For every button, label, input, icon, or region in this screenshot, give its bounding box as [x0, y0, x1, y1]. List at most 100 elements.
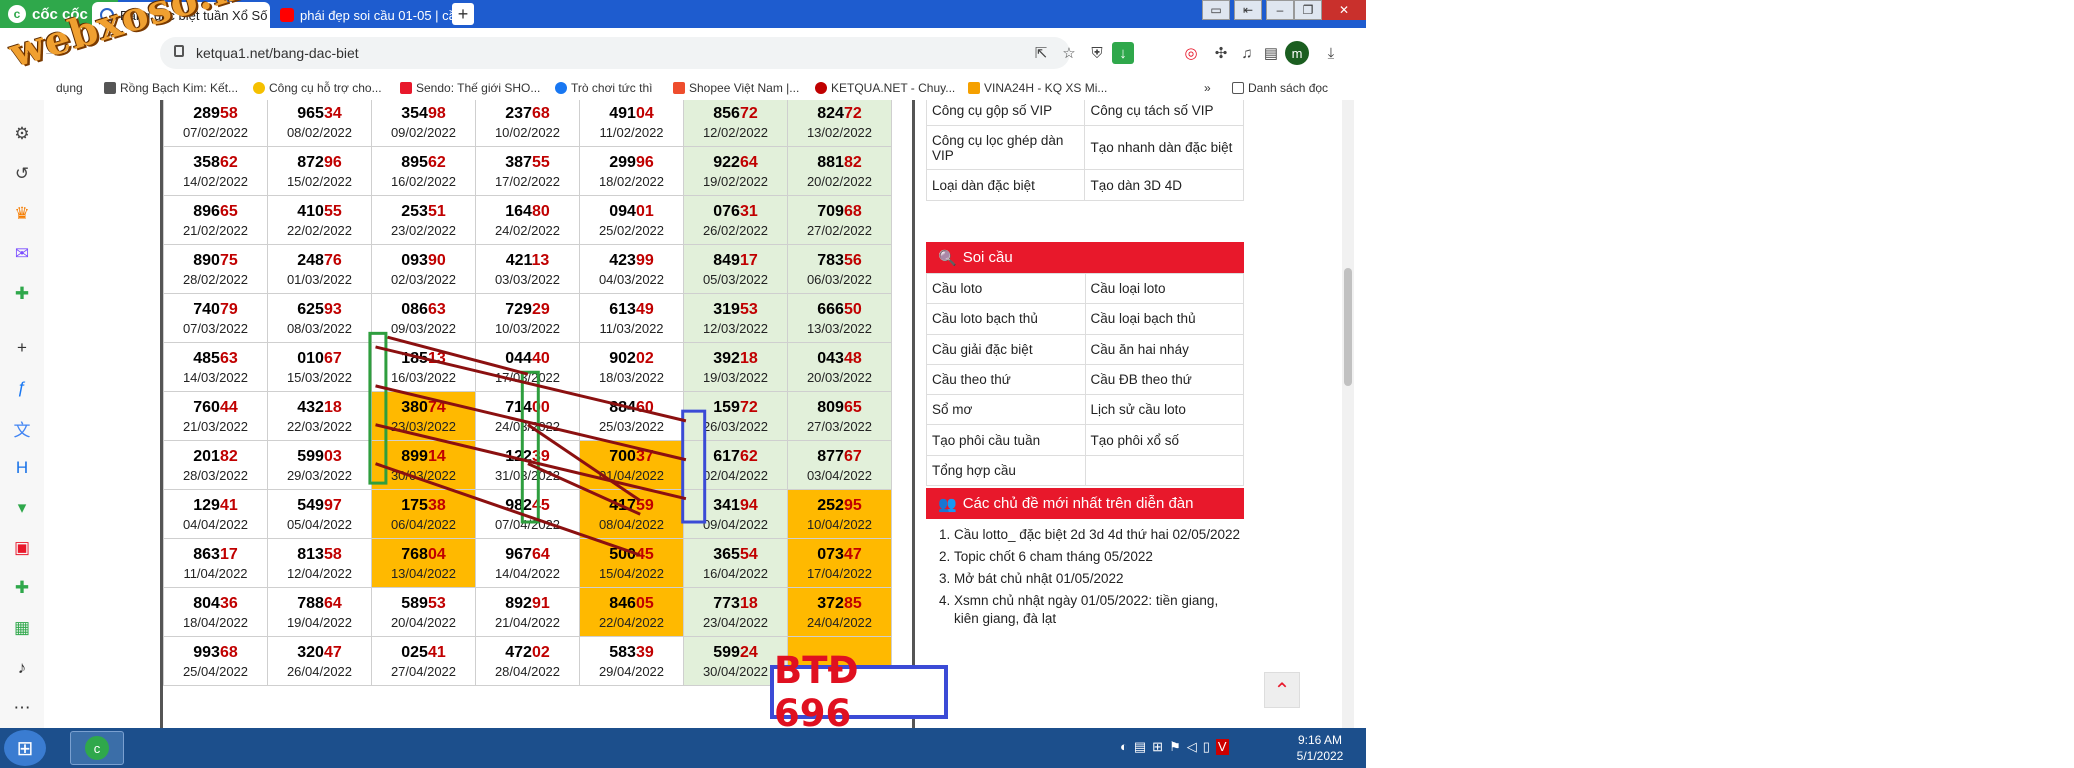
- settings-gear-icon[interactable]: ⚙: [10, 122, 34, 146]
- result-number-tail: 38: [427, 496, 446, 514]
- forum-topic-link[interactable]: Mở bát chủ nhật 01/05/2022: [954, 570, 1244, 588]
- add-panel-icon[interactable]: +: [10, 336, 34, 360]
- result-number-head: 599: [713, 643, 740, 661]
- translate-icon[interactable]: 文: [10, 416, 34, 440]
- network-globe-icon[interactable]: ◐: [1120, 739, 1128, 755]
- power-icon[interactable]: ▯: [1203, 739, 1210, 755]
- shield-icon[interactable]: ⛨: [1086, 42, 1108, 64]
- app-green-icon[interactable]: ✚: [10, 576, 34, 600]
- sidebar-link[interactable]: Cầu ăn hai nháy: [1084, 333, 1244, 365]
- app-red-icon[interactable]: ▣: [10, 536, 34, 560]
- bookmark-item[interactable]: KETQUA.NET - Chuy...: [815, 81, 955, 95]
- result-number: 47202: [476, 643, 579, 663]
- forum-topic-link[interactable]: Xsmn chủ nhật ngày 01/05/2022: tiền gian…: [954, 592, 1244, 628]
- extension-circle-icon[interactable]: ◎: [1180, 42, 1202, 64]
- result-number-tail: 65: [843, 398, 862, 416]
- result-number: 96534: [268, 104, 371, 124]
- more-bookmarks-icon[interactable]: »: [1204, 81, 1211, 95]
- special-prize-table: 28958 07/02/2022 96534 08/02/2022 35498 09/02…: [160, 100, 915, 728]
- result-number-head: 387: [505, 153, 532, 171]
- result-cell: 58953 20/04/2022: [371, 587, 476, 637]
- flag-icon[interactable]: ⚑: [1169, 739, 1181, 755]
- sidebar-link[interactable]: Tạo phôi cầu tuần: [926, 424, 1086, 456]
- tray-app-icon[interactable]: ▤: [1134, 739, 1146, 755]
- url-text: ketqua1.net/bang-dac-biet: [196, 45, 359, 61]
- result-number-tail: 58: [323, 545, 342, 563]
- bookmark-item[interactable]: Công cụ hỗ trợ cho...: [253, 81, 382, 95]
- sidebar-toggle-icon[interactable]: ⇤: [1234, 0, 1262, 20]
- messenger-icon[interactable]: ✉: [10, 242, 34, 266]
- tab-soi-cau[interactable]: phái đẹp soi cầu 01-05 | cầu ✕: [272, 2, 462, 28]
- bookmark-item[interactable]: VINA24H - KQ XS Mi...: [968, 81, 1107, 95]
- reading-list-button[interactable]: Danh sách đọc: [1232, 81, 1328, 95]
- sidebar-link[interactable]: Tổng hợp cầu: [926, 454, 1086, 487]
- history-icon[interactable]: ↺: [10, 162, 34, 186]
- network-icon[interactable]: ⊞: [1152, 739, 1163, 755]
- vertical-scrollbar[interactable]: [1342, 100, 1354, 728]
- media-controls-icon[interactable]: ♫: [1236, 42, 1258, 64]
- sidebar-link[interactable]: Công cụ lọc ghép dàn VIP: [925, 125, 1086, 170]
- sidebar-link[interactable]: Tạo phôi xổ số: [1084, 424, 1244, 456]
- maximize-button[interactable]: ❐: [1294, 0, 1322, 20]
- download-arrow-icon[interactable]: ▾: [10, 496, 34, 520]
- more-options-icon[interactable]: ⋯: [10, 696, 34, 720]
- sidebar-link[interactable]: Công cụ tách số VIP: [1084, 100, 1244, 126]
- download-green-icon[interactable]: ↓: [1112, 42, 1134, 64]
- bookmark-star-icon[interactable]: ☆: [1058, 42, 1080, 64]
- sidebar-link[interactable]: Cầu giải đặc biệt: [926, 333, 1086, 365]
- result-number-tail: 82: [843, 153, 862, 171]
- taskbar-clock[interactable]: 9:16 AM 5/1/2022: [1290, 732, 1350, 764]
- screenshot-icon[interactable]: ▭: [1202, 0, 1230, 20]
- result-number-tail: 99: [635, 251, 654, 269]
- crown-icon[interactable]: ♛: [10, 202, 34, 226]
- result-number: 32047: [268, 643, 371, 663]
- sidebar-link[interactable]: Loại dàn đặc biệt: [925, 169, 1086, 201]
- bookmarks-bar: dụng Rồng Bạch Kim: Kết... Công cụ hỗ tr…: [0, 78, 1366, 100]
- back-to-top-button[interactable]: ⌃: [1264, 672, 1300, 708]
- sidebar-link[interactable]: Cầu ĐB theo thứ: [1084, 363, 1244, 396]
- sidebar-link[interactable]: Lịch sử cầu loto: [1084, 394, 1244, 426]
- profile-avatar[interactable]: m: [1285, 41, 1309, 65]
- forum-topic-link[interactable]: Topic chốt 6 cham tháng 05/2022: [954, 548, 1244, 566]
- sidebar-link[interactable]: Cầu loto bạch thủ: [926, 303, 1086, 335]
- result-date: 29/03/2022: [286, 467, 353, 483]
- spreadsheet-icon[interactable]: ▦: [10, 616, 34, 640]
- bookmark-item[interactable]: Shopee Việt Nam |...: [673, 81, 799, 95]
- minimize-button[interactable]: –: [1266, 0, 1294, 20]
- start-button[interactable]: ⊞: [4, 730, 46, 766]
- sidebar-link[interactable]: Tạo dàn 3D 4D: [1084, 169, 1244, 201]
- taskbar-coccoc-app[interactable]: c: [70, 731, 124, 765]
- notification-bell-icon[interactable]: ♪: [10, 656, 34, 680]
- sidebar-link[interactable]: Cầu loại loto: [1084, 272, 1244, 305]
- close-window-button[interactable]: ✕: [1322, 0, 1366, 20]
- sidebar-link[interactable]: Cầu theo thứ: [926, 363, 1086, 396]
- sidebar-link[interactable]: Tạo nhanh dàn đặc biệt: [1084, 125, 1244, 170]
- link-row: Công cụ gộp số VIP Công cụ tách số VIP: [925, 100, 1244, 126]
- bookmark-item[interactable]: dụng: [56, 81, 83, 95]
- forum-topic-link[interactable]: Cầu lotto_ đặc biệt 2d 3d 4d thứ hai 02/…: [954, 526, 1244, 544]
- downloads-icon[interactable]: ⤓: [1320, 42, 1342, 64]
- share-icon[interactable]: ⇱: [1030, 42, 1052, 64]
- bookmark-item[interactable]: Rồng Bạch Kim: Kết...: [104, 81, 238, 95]
- scrollbar-thumb[interactable]: [1344, 268, 1352, 386]
- result-cell: 78356 06/03/2022: [787, 244, 892, 294]
- h-app-icon[interactable]: H: [10, 456, 34, 480]
- sidebar-link[interactable]: Cầu loại bạch thủ: [1084, 303, 1244, 335]
- sidebar-link[interactable]: Cầu loto: [926, 272, 1086, 305]
- sidebar-link[interactable]: Sổ mơ: [926, 394, 1086, 426]
- facebook-icon[interactable]: ƒ: [10, 376, 34, 400]
- result-number: 99368: [164, 643, 267, 663]
- sidebar-link[interactable]: Công cụ gộp số VIP: [925, 100, 1086, 126]
- bookmark-item[interactable]: Sendo: Thế giới SHO...: [400, 81, 540, 95]
- bookmark-item[interactable]: Trò chơi tức thì: [555, 81, 652, 95]
- extensions-puzzle-icon[interactable]: ✣: [1210, 42, 1232, 64]
- result-number-tail: 02: [635, 349, 654, 367]
- tray-v-icon[interactable]: V: [1215, 739, 1229, 755]
- game-controller-icon[interactable]: ✚: [10, 282, 34, 306]
- reading-list-icon[interactable]: ▤: [1260, 42, 1282, 64]
- results-row: 89075 28/02/2022 24876 01/03/2022 09390 02/03…: [163, 244, 892, 294]
- bookmark-label: Shopee Việt Nam |...: [689, 81, 800, 95]
- volume-icon[interactable]: ◁: [1187, 739, 1197, 755]
- new-tab-button[interactable]: +: [452, 3, 474, 25]
- address-bar[interactable]: ketqua1.net/bang-dac-biet: [160, 37, 1070, 69]
